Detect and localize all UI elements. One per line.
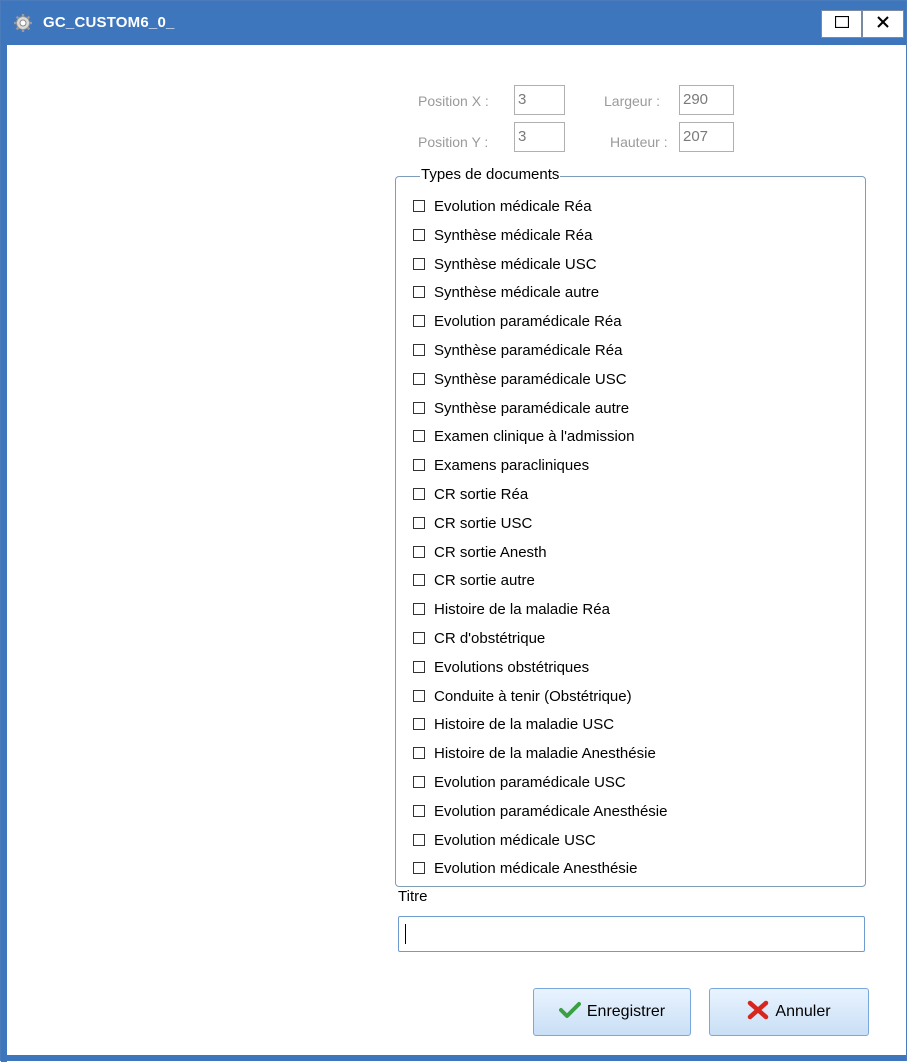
document-type-checkbox[interactable]: Synthèse médicale Réa	[413, 225, 592, 245]
checkbox-box[interactable]	[413, 344, 425, 356]
checkmark-icon	[558, 1001, 587, 1024]
checkbox-box[interactable]	[413, 430, 425, 442]
checkbox-label: Evolution paramédicale Réa	[434, 312, 622, 330]
checkbox-label: Evolution paramédicale USC	[434, 773, 626, 791]
document-type-checkbox[interactable]: Synthèse paramédicale autre	[413, 398, 629, 418]
document-type-checkbox[interactable]: Examen clinique à l'admission	[413, 426, 634, 446]
document-type-checkbox[interactable]: Evolution paramédicale Réa	[413, 311, 622, 331]
close-icon	[876, 15, 890, 34]
checkbox-box[interactable]	[413, 373, 425, 385]
save-button[interactable]: Enregistrer	[533, 988, 691, 1036]
document-type-checkbox[interactable]: CR sortie Anesth	[413, 542, 547, 562]
checkbox-box[interactable]	[413, 488, 425, 500]
checkbox-label: Conduite à tenir (Obstétrique)	[434, 687, 632, 705]
checkbox-label: Synthèse paramédicale USC	[434, 370, 627, 388]
document-type-checkbox[interactable]: Evolutions obstétriques	[413, 657, 589, 677]
document-type-checkbox[interactable]: Histoire de la maladie USC	[413, 714, 614, 734]
checkbox-label: Evolution médicale Anesthésie	[434, 859, 638, 877]
checkbox-label: Synthèse médicale Réa	[434, 226, 593, 244]
position-y-field[interactable]: 3	[514, 122, 565, 152]
document-type-checkbox[interactable]: Evolution paramédicale USC	[413, 772, 626, 792]
checkbox-label: Synthèse médicale USC	[434, 255, 597, 273]
checkbox-label: Synthèse médicale autre	[434, 283, 600, 301]
checkbox-label: Synthèse paramédicale Réa	[434, 341, 623, 359]
text-caret	[405, 924, 406, 944]
position-y-label: Position Y :	[418, 134, 489, 150]
document-type-checkbox[interactable]: Synthèse paramédicale Réa	[413, 340, 622, 360]
document-type-checkbox[interactable]: Evolution médicale Réa	[413, 196, 592, 216]
checkbox-box[interactable]	[413, 200, 425, 212]
document-type-checkbox[interactable]: Synthèse médicale USC	[413, 254, 597, 274]
document-type-checkbox[interactable]: Examens paracliniques	[413, 455, 589, 475]
title-bar[interactable]: GC_CUSTOM6_0_	[1, 1, 906, 45]
checkbox-box[interactable]	[413, 805, 425, 817]
checkbox-box[interactable]	[413, 776, 425, 788]
checkbox-label: Examens paracliniques	[434, 456, 590, 474]
dialog-window: GC_CUSTOM6_0_ Position X : 3 Largeur : 2…	[0, 0, 907, 1062]
checkbox-box[interactable]	[413, 574, 425, 586]
document-types-legend: Types de documents	[420, 166, 561, 183]
height-label: Hauteur :	[610, 134, 668, 150]
checkbox-box[interactable]	[413, 747, 425, 759]
document-type-checkbox[interactable]: CR sortie autre	[413, 570, 535, 590]
checkbox-box[interactable]	[413, 459, 425, 471]
width-label: Largeur :	[604, 93, 661, 109]
document-type-checkbox[interactable]: Histoire de la maladie Anesthésie	[413, 743, 656, 763]
checkbox-label: Evolution médicale Réa	[434, 197, 592, 215]
checkbox-label: CR sortie Anesth	[434, 543, 547, 561]
checkbox-box[interactable]	[413, 862, 425, 874]
document-type-checkbox[interactable]: CR d'obstétrique	[413, 628, 545, 648]
checkbox-label: Evolution paramédicale Anesthésie	[434, 802, 668, 820]
document-type-checkbox[interactable]: Histoire de la maladie Réa	[413, 599, 610, 619]
checkbox-box[interactable]	[413, 286, 425, 298]
checkbox-box[interactable]	[413, 834, 425, 846]
checkbox-label: CR sortie Réa	[434, 485, 529, 503]
document-type-checkbox[interactable]: Evolution paramédicale Anesthésie	[413, 801, 667, 821]
window-frame-bottom	[1, 1055, 906, 1061]
document-type-checkbox[interactable]: Evolution médicale Anesthésie	[413, 858, 637, 878]
checkbox-box[interactable]	[413, 661, 425, 673]
checkbox-label: CR sortie USC	[434, 514, 533, 532]
document-type-checkbox[interactable]: Evolution médicale USC	[413, 830, 596, 850]
document-type-checkbox[interactable]: CR sortie Réa	[413, 484, 528, 504]
checkbox-box[interactable]	[413, 632, 425, 644]
checkbox-box[interactable]	[413, 229, 425, 241]
document-type-checkbox[interactable]: Conduite à tenir (Obstétrique)	[413, 686, 632, 706]
checkbox-label: Histoire de la maladie USC	[434, 715, 615, 733]
checkbox-box[interactable]	[413, 315, 425, 327]
checkbox-box[interactable]	[413, 517, 425, 529]
checkbox-box[interactable]	[413, 546, 425, 558]
maximize-icon	[834, 15, 849, 33]
checkbox-box[interactable]	[413, 690, 425, 702]
maximize-button[interactable]	[821, 10, 862, 38]
checkbox-box[interactable]	[413, 603, 425, 615]
checkbox-box[interactable]	[413, 402, 425, 414]
checkbox-label: Histoire de la maladie Réa	[434, 600, 610, 618]
checkbox-label: Histoire de la maladie Anesthésie	[434, 744, 656, 762]
cancel-x-icon	[747, 1000, 775, 1025]
checkbox-label: Evolution médicale USC	[434, 831, 596, 849]
width-field[interactable]: 290	[679, 85, 734, 115]
cancel-button-label: Annuler	[775, 1003, 831, 1020]
document-type-checkbox[interactable]: Synthèse paramédicale USC	[413, 369, 627, 389]
height-field[interactable]: 207	[679, 122, 734, 152]
document-type-checkbox[interactable]: Synthèse médicale autre	[413, 282, 599, 302]
checkbox-label: Evolutions obstétriques	[434, 658, 590, 676]
gear-icon	[13, 13, 33, 33]
window-title: GC_CUSTOM6_0_	[43, 14, 175, 31]
document-type-checkbox[interactable]: CR sortie USC	[413, 513, 532, 533]
save-button-label: Enregistrer	[586, 1003, 666, 1020]
checkbox-label: Synthèse paramédicale autre	[434, 399, 630, 417]
checkbox-label: CR sortie autre	[434, 571, 535, 589]
position-x-field[interactable]: 3	[514, 85, 565, 115]
position-x-label: Position X :	[418, 93, 489, 109]
cancel-button[interactable]: Annuler	[709, 988, 869, 1036]
checkbox-box[interactable]	[413, 258, 425, 270]
titre-label: Titre	[398, 888, 428, 905]
checkbox-box[interactable]	[413, 718, 425, 730]
checkbox-label: CR d'obstétrique	[434, 629, 546, 647]
titre-input[interactable]	[398, 916, 865, 952]
checkbox-label: Examen clinique à l'admission	[434, 427, 635, 445]
close-button[interactable]	[862, 10, 904, 38]
